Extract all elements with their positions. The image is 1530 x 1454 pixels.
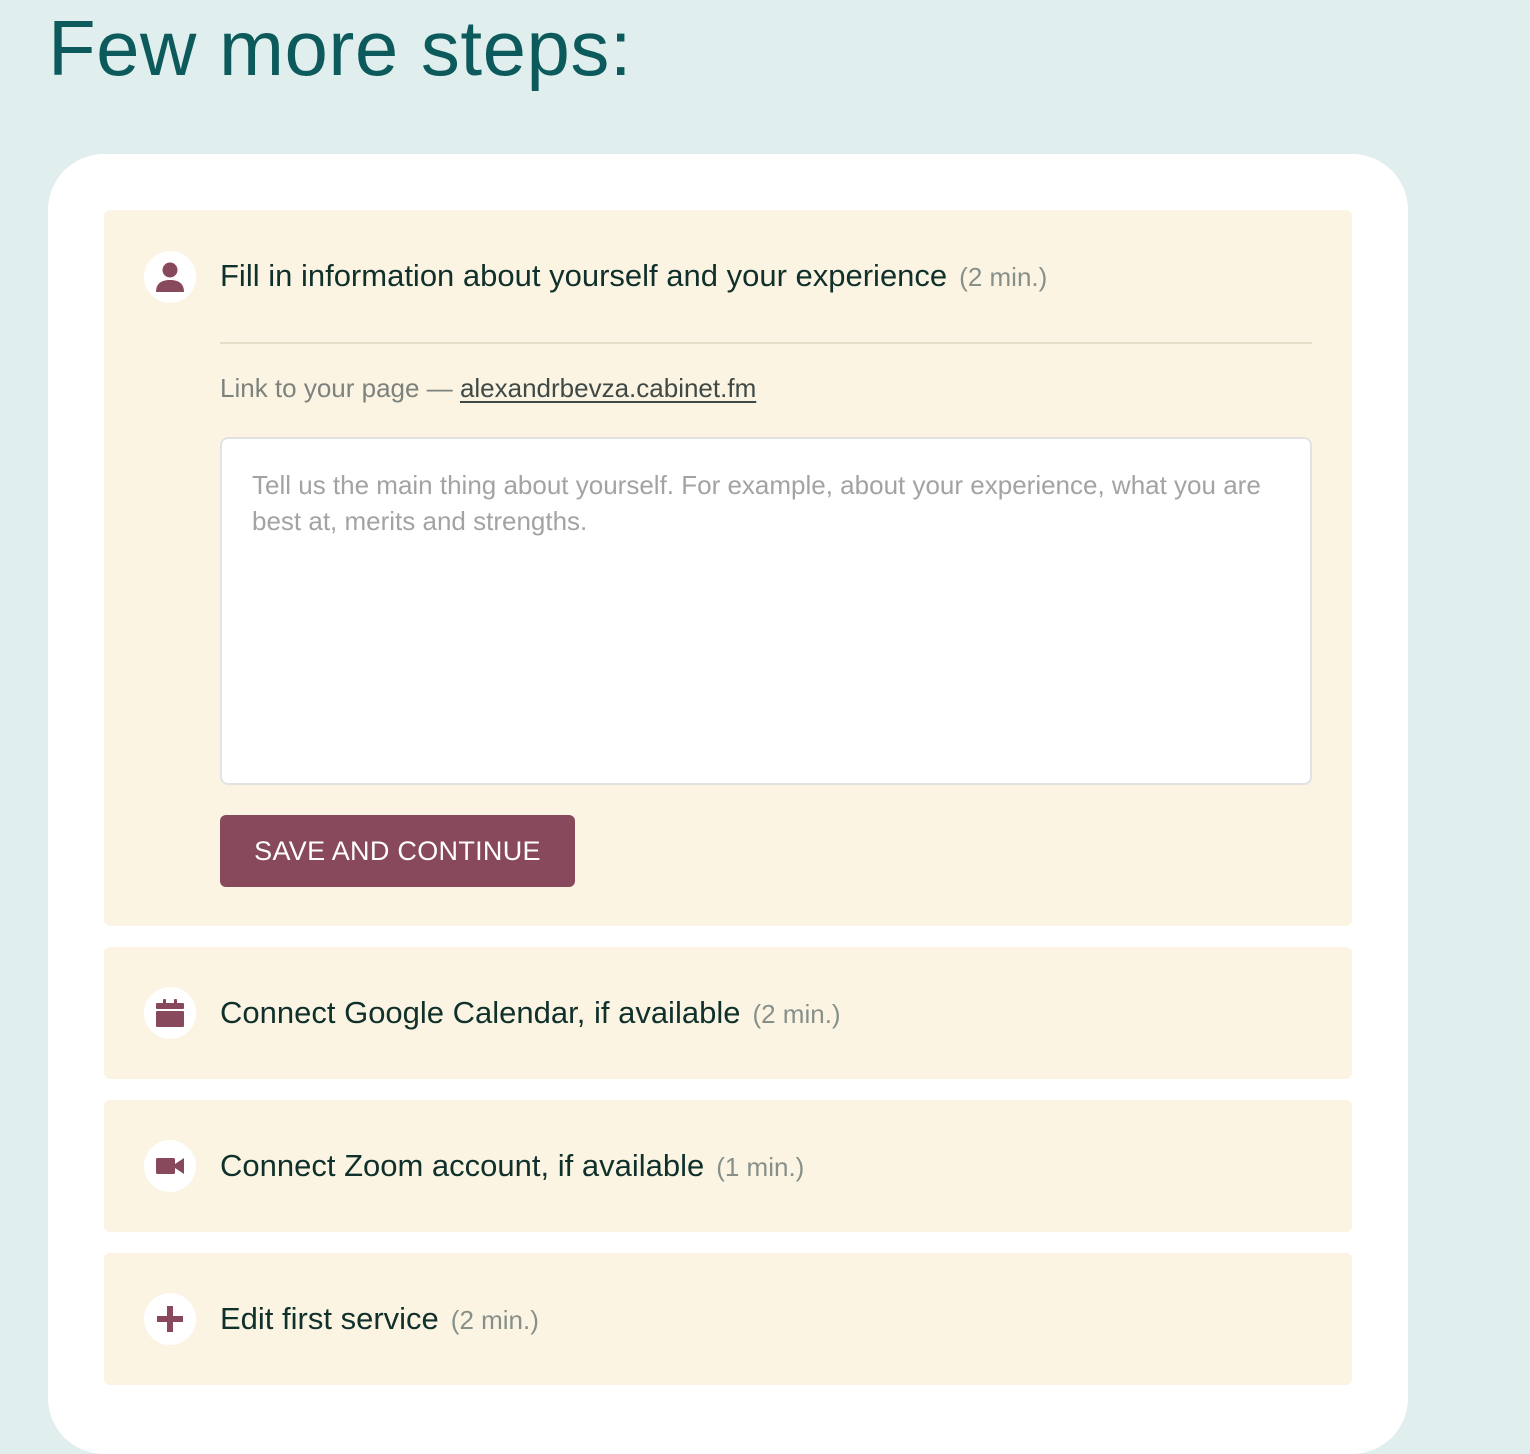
step-header[interactable]: Connect Google Calendar, if available (2… bbox=[220, 991, 1312, 1035]
step-duration: (2 min.) bbox=[450, 1305, 539, 1335]
calendar-icon bbox=[144, 987, 196, 1039]
divider bbox=[220, 342, 1312, 344]
step-google-calendar[interactable]: Connect Google Calendar, if available (2… bbox=[104, 947, 1352, 1079]
step-title: Edit first service bbox=[220, 1301, 439, 1336]
step-title: Connect Zoom account, if available bbox=[220, 1148, 705, 1183]
step-profile-info: Fill in information about yourself and y… bbox=[104, 210, 1352, 926]
step-duration: (2 min.) bbox=[959, 262, 1048, 292]
step-header[interactable]: Edit first service (2 min.) bbox=[220, 1297, 1312, 1341]
page-link[interactable]: alexandrbevza.cabinet.fm bbox=[460, 373, 756, 403]
step-header[interactable]: Fill in information about yourself and y… bbox=[220, 254, 1312, 298]
step-duration: (2 min.) bbox=[752, 999, 841, 1029]
person-icon bbox=[144, 251, 196, 303]
about-yourself-textarea[interactable] bbox=[220, 437, 1312, 785]
steps-card: Fill in information about yourself and y… bbox=[48, 154, 1408, 1454]
step-title: Connect Google Calendar, if available bbox=[220, 995, 741, 1030]
step-zoom-account[interactable]: Connect Zoom account, if available (1 mi… bbox=[104, 1100, 1352, 1232]
step-title: Fill in information about yourself and y… bbox=[220, 258, 948, 293]
page-link-label: Link to your page — bbox=[220, 373, 453, 403]
plus-icon bbox=[144, 1293, 196, 1345]
step-duration: (1 min.) bbox=[716, 1152, 805, 1182]
page-title: Few more steps: bbox=[48, 4, 633, 92]
page-link-row: Link to your page — alexandrbevza.cabine… bbox=[220, 370, 756, 406]
video-camera-icon bbox=[144, 1140, 196, 1192]
step-header[interactable]: Connect Zoom account, if available (1 mi… bbox=[220, 1144, 1312, 1188]
step-first-service[interactable]: Edit first service (2 min.) bbox=[104, 1253, 1352, 1385]
save-and-continue-button[interactable]: SAVE AND CONTINUE bbox=[220, 815, 575, 887]
